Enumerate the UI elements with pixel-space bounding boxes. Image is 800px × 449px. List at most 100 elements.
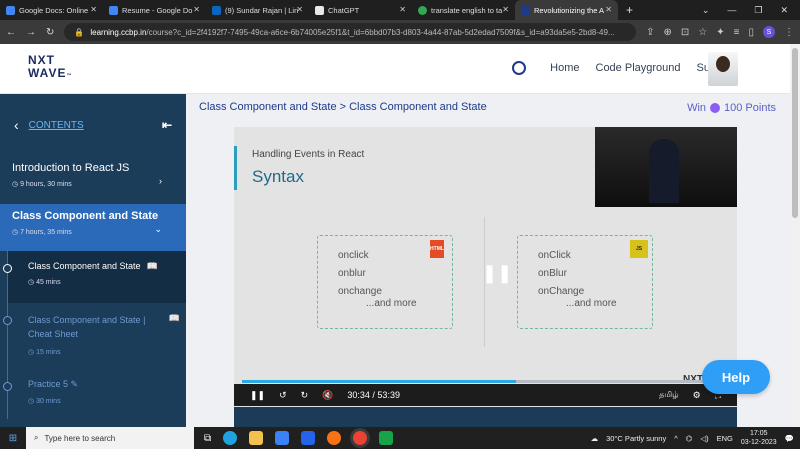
close-icon[interactable]: ✕ [780,5,788,16]
extensions-icon[interactable]: ✦ [716,27,724,38]
lesson-item[interactable]: Class Component and State | Cheat Sheet … [3,303,186,369]
language-indicator[interactable]: ENG [717,434,733,443]
menu-icon[interactable]: ⋮ [784,27,794,38]
network-icon[interactable]: ⌬ [686,434,693,443]
js-events-box: JS onClick onBlur onChange ...and more [517,235,653,329]
back-icon[interactable]: ← [6,27,16,38]
share-icon[interactable]: ⇪ [646,27,654,38]
collapse-sidebar-icon[interactable]: ⇤ [162,118,172,132]
chevron-up-icon[interactable]: ^ [674,434,678,443]
presenter-video [595,127,737,207]
video-controls: ❚❚ ↺ ↻ 🔇 30:34 / 53:39 தமிழ் ⚙ ⛶ [234,384,737,406]
minimize-icon[interactable]: — [727,5,736,16]
close-icon[interactable]: ✕ [90,5,97,14]
window-controls: ⌄ — ❐ ✕ [690,0,800,21]
clock-icon: ◷ [12,229,21,236]
maximize-icon[interactable]: ❐ [754,5,762,16]
browser-tab-active[interactable]: Revolutionizing the A ✕ [515,0,618,20]
nav-home[interactable]: Home [550,62,579,74]
progress-fill [242,380,516,383]
file-explorer-icon[interactable] [249,431,264,445]
chatgpt-icon [315,5,324,15]
mute-icon[interactable]: 🔇 [322,390,333,401]
pencil-icon: ✎ [70,379,79,389]
taskbar-search[interactable]: ⌕ Type here to search [26,427,194,449]
help-button[interactable]: Help [702,360,770,394]
firefox-icon[interactable] [327,431,342,445]
lesson-item[interactable]: Practice 5 ✎ ◷ 30 mins [3,369,186,419]
browser-tab[interactable]: (9) Sundar Rajan | Lin ✕ [206,0,309,20]
settings-icon[interactable]: ⚙ [693,390,701,401]
volume-icon[interactable]: ◁) [700,434,708,443]
contents-sidebar: ‹ CONTENTS ⇤ Introduction to React JS ◷ … [0,94,186,427]
docs-icon [109,5,118,15]
clock-icon: ◷ [28,279,37,286]
language-select[interactable]: தமிழ் [659,390,679,400]
url-field[interactable]: 🔒 learning.ccbp.in/course?c_id=2f4192f7-… [64,23,637,41]
forward-icon[interactable]: ↻ [301,390,309,401]
task-view-icon[interactable]: ⧉ [204,433,211,444]
js-icon: JS [630,240,648,258]
close-icon[interactable]: ✕ [296,5,303,14]
notification-icon[interactable]: 💬 [785,434,794,443]
close-icon[interactable]: ✕ [193,5,200,14]
mail-icon[interactable] [301,431,316,445]
browser-tab[interactable]: ChatGPT ✕ [309,0,412,20]
nav-code-playground[interactable]: Code Playground [596,62,681,74]
google-icon [418,5,427,15]
store-icon[interactable] [275,431,290,445]
browser-tab[interactable]: translate english to ta ✕ [412,0,515,20]
chevron-down-icon[interactable]: ⌄ [702,5,710,16]
slide-subtitle: Handling Events in React [252,149,365,160]
browser-tab[interactable]: Google Docs: Online ✕ [0,0,103,20]
star-icon[interactable]: ☆ [698,27,707,38]
edge-icon[interactable] [223,431,238,445]
video-player[interactable]: Handling Events in React Syntax HTML onc… [234,127,737,427]
lesson-item-current[interactable]: Class Component and State 📖 ◷ 45 mins [3,251,186,303]
book-icon: 📖 [168,313,180,323]
contents-link[interactable]: CONTENTS [29,120,152,131]
screen-share-icon[interactable]: ⊡ [681,27,689,38]
chevron-down-icon: ⌄ [154,224,162,234]
sidepanel-icon[interactable]: ▯ [748,27,754,38]
app-icon[interactable] [379,431,394,445]
clock-icon: ◷ [28,349,37,356]
coin-icon [710,103,721,113]
pause-icon[interactable]: ❚❚ [250,390,265,401]
nxtwave-logo[interactable]: NXT WAVE™ [28,54,72,83]
close-icon[interactable]: ✕ [502,5,509,14]
close-icon[interactable]: ✕ [605,5,612,14]
close-icon[interactable]: ✕ [399,5,406,14]
sidebar-header: ‹ CONTENTS ⇤ [0,94,186,156]
zoom-icon[interactable]: ⊕ [664,27,672,38]
html-events-box: HTML onclick onblur onchange ...and more [317,235,453,329]
system-tray: ☁ 30°C Partly sunny ^ ⌬ ◁) ENG 17:05 03-1… [591,429,800,447]
forward-icon[interactable]: → [26,27,36,38]
profile-avatar[interactable]: S [763,26,775,38]
avatar[interactable] [708,52,738,86]
chevron-right-icon: › [159,176,162,186]
chevron-left-icon[interactable]: ‹ [14,117,19,133]
accent-bar [234,146,237,190]
clock-icon: ◷ [12,181,21,188]
module-item-active[interactable]: Class Component and State ◷ 7 hours, 35 … [0,204,186,251]
docs-icon [6,5,15,15]
weather-icon[interactable]: ☁ [591,434,599,443]
chrome-icon[interactable] [353,431,368,445]
weather-text[interactable]: 30°C Partly sunny [606,434,666,443]
module-item[interactable]: Introduction to React JS ◷ 9 hours, 30 m… [0,156,186,196]
browser-tab[interactable]: Resume - Google Do ✕ [103,0,206,20]
reload-icon[interactable]: ↻ [46,27,54,38]
browser-tab-bar: Google Docs: Online ✕ Resume - Google Do ✕… [0,0,800,20]
video-time: 30:34 / 53:39 [347,390,400,400]
pause-overlay-icon[interactable]: ❚❚ [482,263,512,284]
windows-start-icon[interactable]: ⊞ [0,433,26,444]
video-progress-bar[interactable] [242,380,722,383]
windows-taskbar: ⊞ ⌕ Type here to search ⧉ ☁ 30°C Partly s… [0,427,800,449]
taskbar-clock[interactable]: 17:05 03-12-2023 [741,429,777,447]
scrollbar-thumb[interactable] [792,48,798,218]
media-icon[interactable]: ≡ [734,27,740,38]
timer-icon[interactable] [512,61,527,75]
new-tab-icon[interactable]: + [626,3,633,17]
rewind-icon[interactable]: ↺ [279,390,287,401]
